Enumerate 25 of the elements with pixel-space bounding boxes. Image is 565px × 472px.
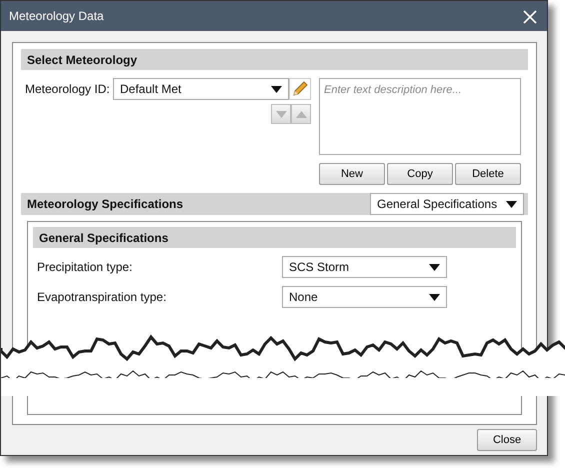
close-dialog-button[interactable]: Close: [477, 429, 537, 451]
field-label: Meteorology ID:: [24, 81, 111, 98]
down-arrow-icon: [276, 110, 286, 118]
window-title: Meteorology Data: [9, 8, 104, 25]
section-title: Meteorology Specifications: [27, 196, 184, 213]
field-label: Precipitation type:: [36, 259, 134, 276]
up-arrow-icon: [296, 110, 306, 118]
caret-icon: [506, 200, 517, 208]
field-label: Evapotranspiration type:: [36, 289, 168, 306]
section-header: Select Meteorology: [21, 49, 528, 70]
caret-icon: [429, 264, 440, 270]
caret-icon: [271, 86, 282, 92]
caret-icon: [429, 294, 440, 300]
action-button[interactable]: Copy: [387, 163, 453, 185]
edit-button[interactable]: [289, 78, 311, 100]
action-button[interactable]: New: [319, 163, 385, 185]
close-icon: [523, 10, 537, 24]
type-dropdown[interactable]: SCS Storm: [282, 256, 447, 278]
action-button[interactable]: Delete: [455, 163, 521, 185]
specifications-dropdown[interactable]: General Specifications: [370, 193, 524, 215]
type-dropdown[interactable]: None: [282, 286, 447, 308]
pencil-icon: [292, 81, 308, 97]
description-field[interactable]: Enter text description here...: [319, 78, 521, 155]
panel-header: General Specifications: [33, 227, 516, 248]
meteorology-id-dropdown[interactable]: Default Met: [113, 78, 289, 100]
